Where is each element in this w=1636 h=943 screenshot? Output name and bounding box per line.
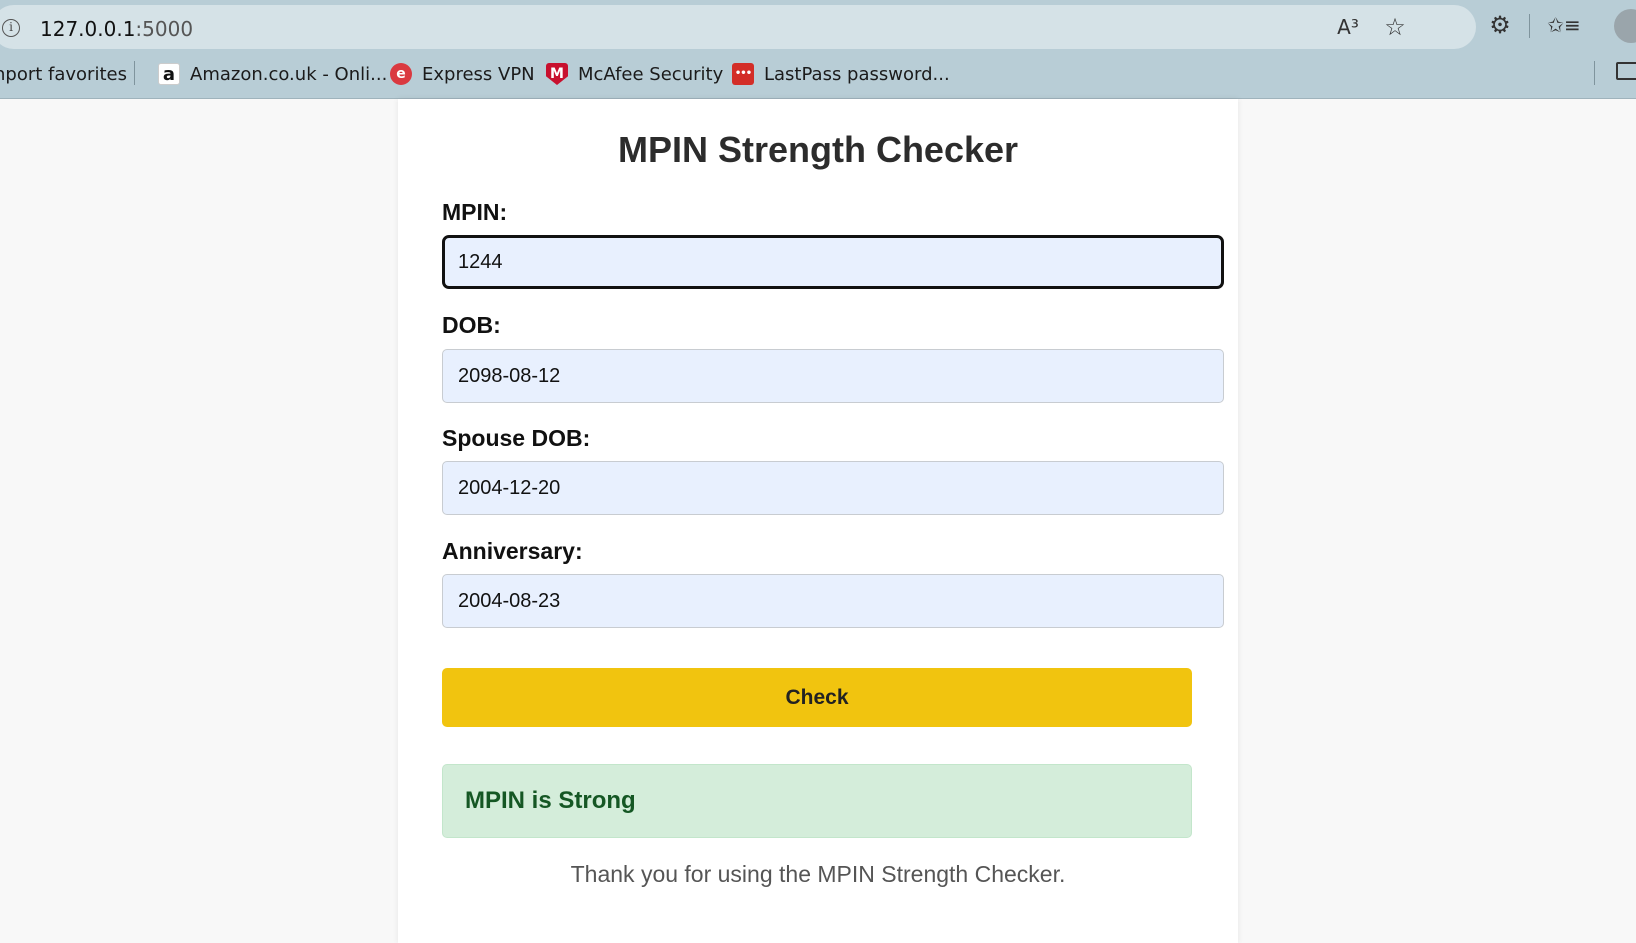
- bookmark-lastpass[interactable]: ••• LastPass password...: [732, 60, 950, 88]
- extensions-icon[interactable]: ⚙: [1484, 12, 1516, 38]
- bookmark-label: Amazon.co.uk - Onli...: [190, 63, 388, 85]
- page-title: MPIN Strength Checker: [617, 129, 1019, 170]
- dob-label: DOB:: [442, 312, 501, 338]
- bookmark-label: nport favorites: [0, 63, 127, 85]
- url-port: :5000: [135, 17, 194, 41]
- bookmarks-bar: nport favorites a Amazon.co.uk - Onli...…: [0, 57, 1636, 89]
- expressvpn-icon: e: [390, 63, 412, 85]
- address-bar[interactable]: i 127.0.0.1:5000 A³ ☆: [0, 5, 1476, 49]
- profile-avatar[interactable]: [1614, 9, 1636, 43]
- bookmark-label: McAfee Security: [578, 63, 724, 85]
- spouse-dob-input[interactable]: [442, 461, 1224, 515]
- dob-input[interactable]: [442, 349, 1224, 403]
- lastpass-icon: •••: [732, 63, 754, 85]
- site-info-icon[interactable]: i: [2, 19, 20, 37]
- bookmark-amazon[interactable]: a Amazon.co.uk - Onli...: [158, 60, 387, 88]
- amazon-icon: a: [158, 63, 180, 85]
- result-message: MPIN is Strong: [442, 764, 1192, 838]
- mpin-label: MPIN:: [442, 199, 508, 225]
- bookmark-import-favorites[interactable]: nport favorites: [0, 60, 127, 88]
- bookmark-divider: [134, 61, 135, 85]
- anniversary-label: Anniversary:: [442, 538, 583, 564]
- mcafee-icon: M: [546, 63, 568, 85]
- spouse-dob-label: Spouse DOB:: [442, 425, 591, 451]
- toolbar-divider: [1529, 14, 1530, 38]
- favorites-icon[interactable]: ✩≡: [1544, 12, 1584, 38]
- bookmark-express-vpn[interactable]: e Express VPN: [390, 60, 535, 88]
- other-favorites-folder-icon[interactable]: [1616, 62, 1636, 80]
- read-aloud-icon[interactable]: A³: [1332, 14, 1364, 40]
- bookmark-label: Express VPN: [422, 63, 535, 85]
- favorite-star-icon[interactable]: ☆: [1379, 14, 1411, 40]
- bookmark-divider: [1594, 61, 1595, 85]
- check-button[interactable]: Check: [442, 668, 1192, 727]
- bookmark-mcafee[interactable]: M McAfee Security: [546, 60, 723, 88]
- mpin-form-card: MPIN Strength Checker MPIN: DOB: Spouse …: [398, 99, 1238, 943]
- bookmark-label: LastPass password...: [764, 63, 950, 85]
- url-text[interactable]: 127.0.0.1:5000: [40, 17, 193, 41]
- mpin-input[interactable]: [442, 235, 1224, 289]
- url-host: 127.0.0.1: [40, 17, 136, 41]
- footer-text: Thank you for using the MPIN Strength Ch…: [570, 861, 1066, 887]
- anniversary-input[interactable]: [442, 574, 1224, 628]
- browser-chrome: i 127.0.0.1:5000 A³ ☆ ⚙ ✩≡ nport favorit…: [0, 0, 1636, 99]
